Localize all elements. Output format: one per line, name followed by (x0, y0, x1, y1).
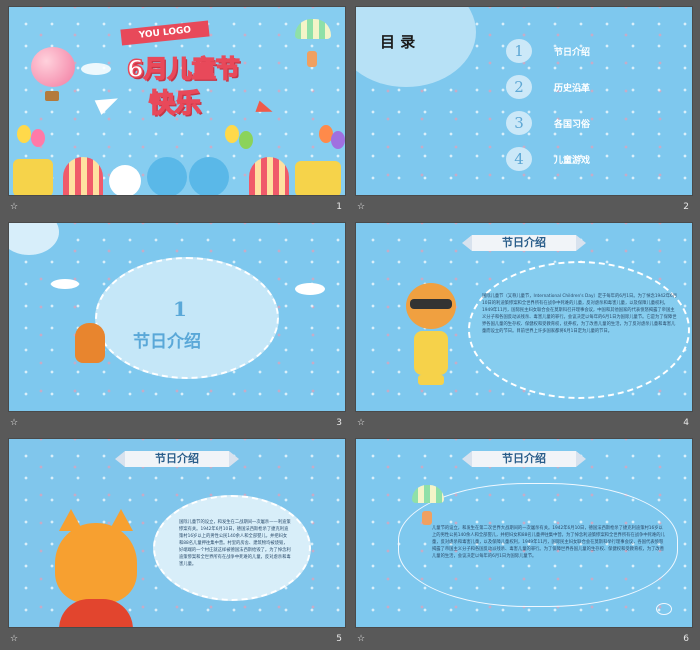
star-icon: ☆ (10, 202, 19, 212)
body-text: 儿童节的设立，和发生在第二次世界大战期间的一次屠杀有关。1942年6月10日，德… (432, 526, 665, 559)
slide-thumbnail-3[interactable]: 1 节日介绍 ☆ 3 (8, 222, 346, 434)
bubble-circle-icon (656, 603, 672, 615)
body-text: 国际儿童节的设立，和发生在二战期间一次屠杀——利迪策惨案有关。1942年6月10… (179, 520, 291, 567)
parachuter-icon (422, 511, 432, 525)
toc-item-label: 各国习俗 (554, 120, 591, 130)
star-icon: ☆ (10, 418, 19, 428)
toc-number: 3 (506, 111, 532, 135)
slide-thumbnail-2[interactable]: 目 录 1 节日介绍 2 历史沿革 3 各国习俗 4 儿童游戏 ☆ 2 (355, 6, 693, 218)
slide-number: 4 (683, 418, 689, 428)
slide-thumbnail-6[interactable]: 节日介绍 儿童节的设立，和发生在第二次世界大战期间的一次屠杀有关。1942年6月… (355, 438, 693, 650)
title-line-2: 快乐 (148, 88, 202, 120)
slide-canvas: 节日介绍 国际儿童节的设立，和发生在二战期间一次屠杀——利迪策惨案有关。1942… (8, 438, 346, 628)
slide-caption: ☆ 1 (8, 196, 346, 218)
slide-number: 1 (336, 202, 342, 212)
toc-item-label: 历史沿革 (554, 84, 591, 94)
section-ribbon: 节日介绍 (462, 235, 586, 251)
star-icon: ☆ (10, 634, 19, 644)
fox-mascot-icon (75, 323, 105, 363)
toc-number: 2 (506, 75, 532, 99)
slide-thumbnail-1[interactable]: YOU LOGO 6月儿童节 快乐 ☆ 1 (8, 6, 346, 218)
section-cloud (95, 257, 279, 379)
body-text: 国际儿童节（又称儿童节，International Children's Day… (482, 294, 678, 334)
slide-number: 6 (683, 634, 689, 644)
balloons-icon (9, 125, 345, 149)
dog-hero-mascot-icon (400, 279, 462, 389)
slide-caption: ☆ 5 (8, 628, 346, 650)
hot-air-balloon-icon (31, 47, 75, 87)
slide-canvas: YOU LOGO 6月儿童节 快乐 (8, 6, 346, 196)
fox-ear-icon (109, 509, 133, 531)
section-ribbon: 节日介绍 (462, 451, 586, 467)
toc-item-label: 节日介绍 (554, 48, 591, 58)
cloud-icon (81, 63, 111, 75)
slide-caption: ☆ 2 (355, 196, 693, 218)
toc-heading: 目 录 (380, 33, 416, 51)
slide-canvas: 1 节日介绍 (8, 222, 346, 412)
slide-caption: ☆ 4 (355, 412, 693, 434)
slide-number: 2 (683, 202, 689, 212)
slide-canvas: 节日介绍 国际儿童节（又称儿童节，International Children'… (355, 222, 693, 412)
slide-thumbnail-5[interactable]: 节日介绍 国际儿童节的设立，和发生在二战期间一次屠杀——利迪策惨案有关。1942… (8, 438, 346, 650)
title-line-1: 6月儿童节 (126, 54, 240, 84)
slide-caption: ☆ 6 (355, 628, 693, 650)
section-number: 1 (173, 297, 187, 321)
section-title: 节日介绍 (133, 332, 201, 352)
balloon-basket-icon (45, 91, 59, 101)
slide-caption: ☆ 3 (8, 412, 346, 434)
star-icon: ☆ (357, 634, 366, 644)
slide-canvas: 节日介绍 儿童节的设立，和发生在第二次世界大战期间的一次屠杀有关。1942年6月… (355, 438, 693, 628)
star-icon: ☆ (357, 418, 366, 428)
slide-number: 5 (336, 634, 342, 644)
toc-number: 1 (506, 39, 532, 63)
slide-number: 3 (336, 418, 342, 428)
fox-ear-icon (59, 509, 83, 531)
cartoon-characters-strip (9, 147, 345, 195)
fox-mascot-icon (55, 523, 137, 603)
toc-item-label: 儿童游戏 (554, 156, 591, 166)
slide-thumbnail-4[interactable]: 节日介绍 国际儿童节（又称儿童节，International Children'… (355, 222, 693, 434)
section-ribbon: 节日介绍 (115, 451, 239, 467)
parachute-icon (412, 485, 444, 503)
toc-number: 4 (506, 147, 532, 171)
star-icon: ☆ (357, 202, 366, 212)
parachuter-icon (307, 51, 317, 67)
slide-canvas: 目 录 1 节日介绍 2 历史沿革 3 各国习俗 4 儿童游戏 (355, 6, 693, 196)
cloud-icon (295, 283, 325, 295)
cloud-icon (51, 279, 79, 289)
